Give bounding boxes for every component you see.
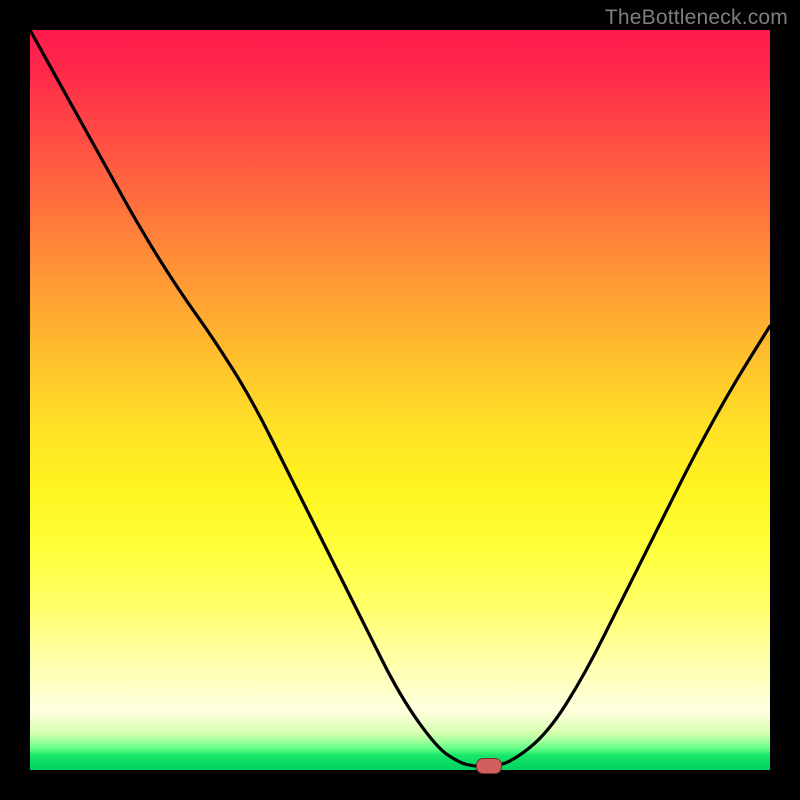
bottleneck-curve <box>30 30 770 770</box>
chart-frame: TheBottleneck.com <box>0 0 800 800</box>
plot-area <box>30 30 770 770</box>
bottleneck-marker <box>476 758 502 774</box>
watermark-text: TheBottleneck.com <box>605 6 788 30</box>
